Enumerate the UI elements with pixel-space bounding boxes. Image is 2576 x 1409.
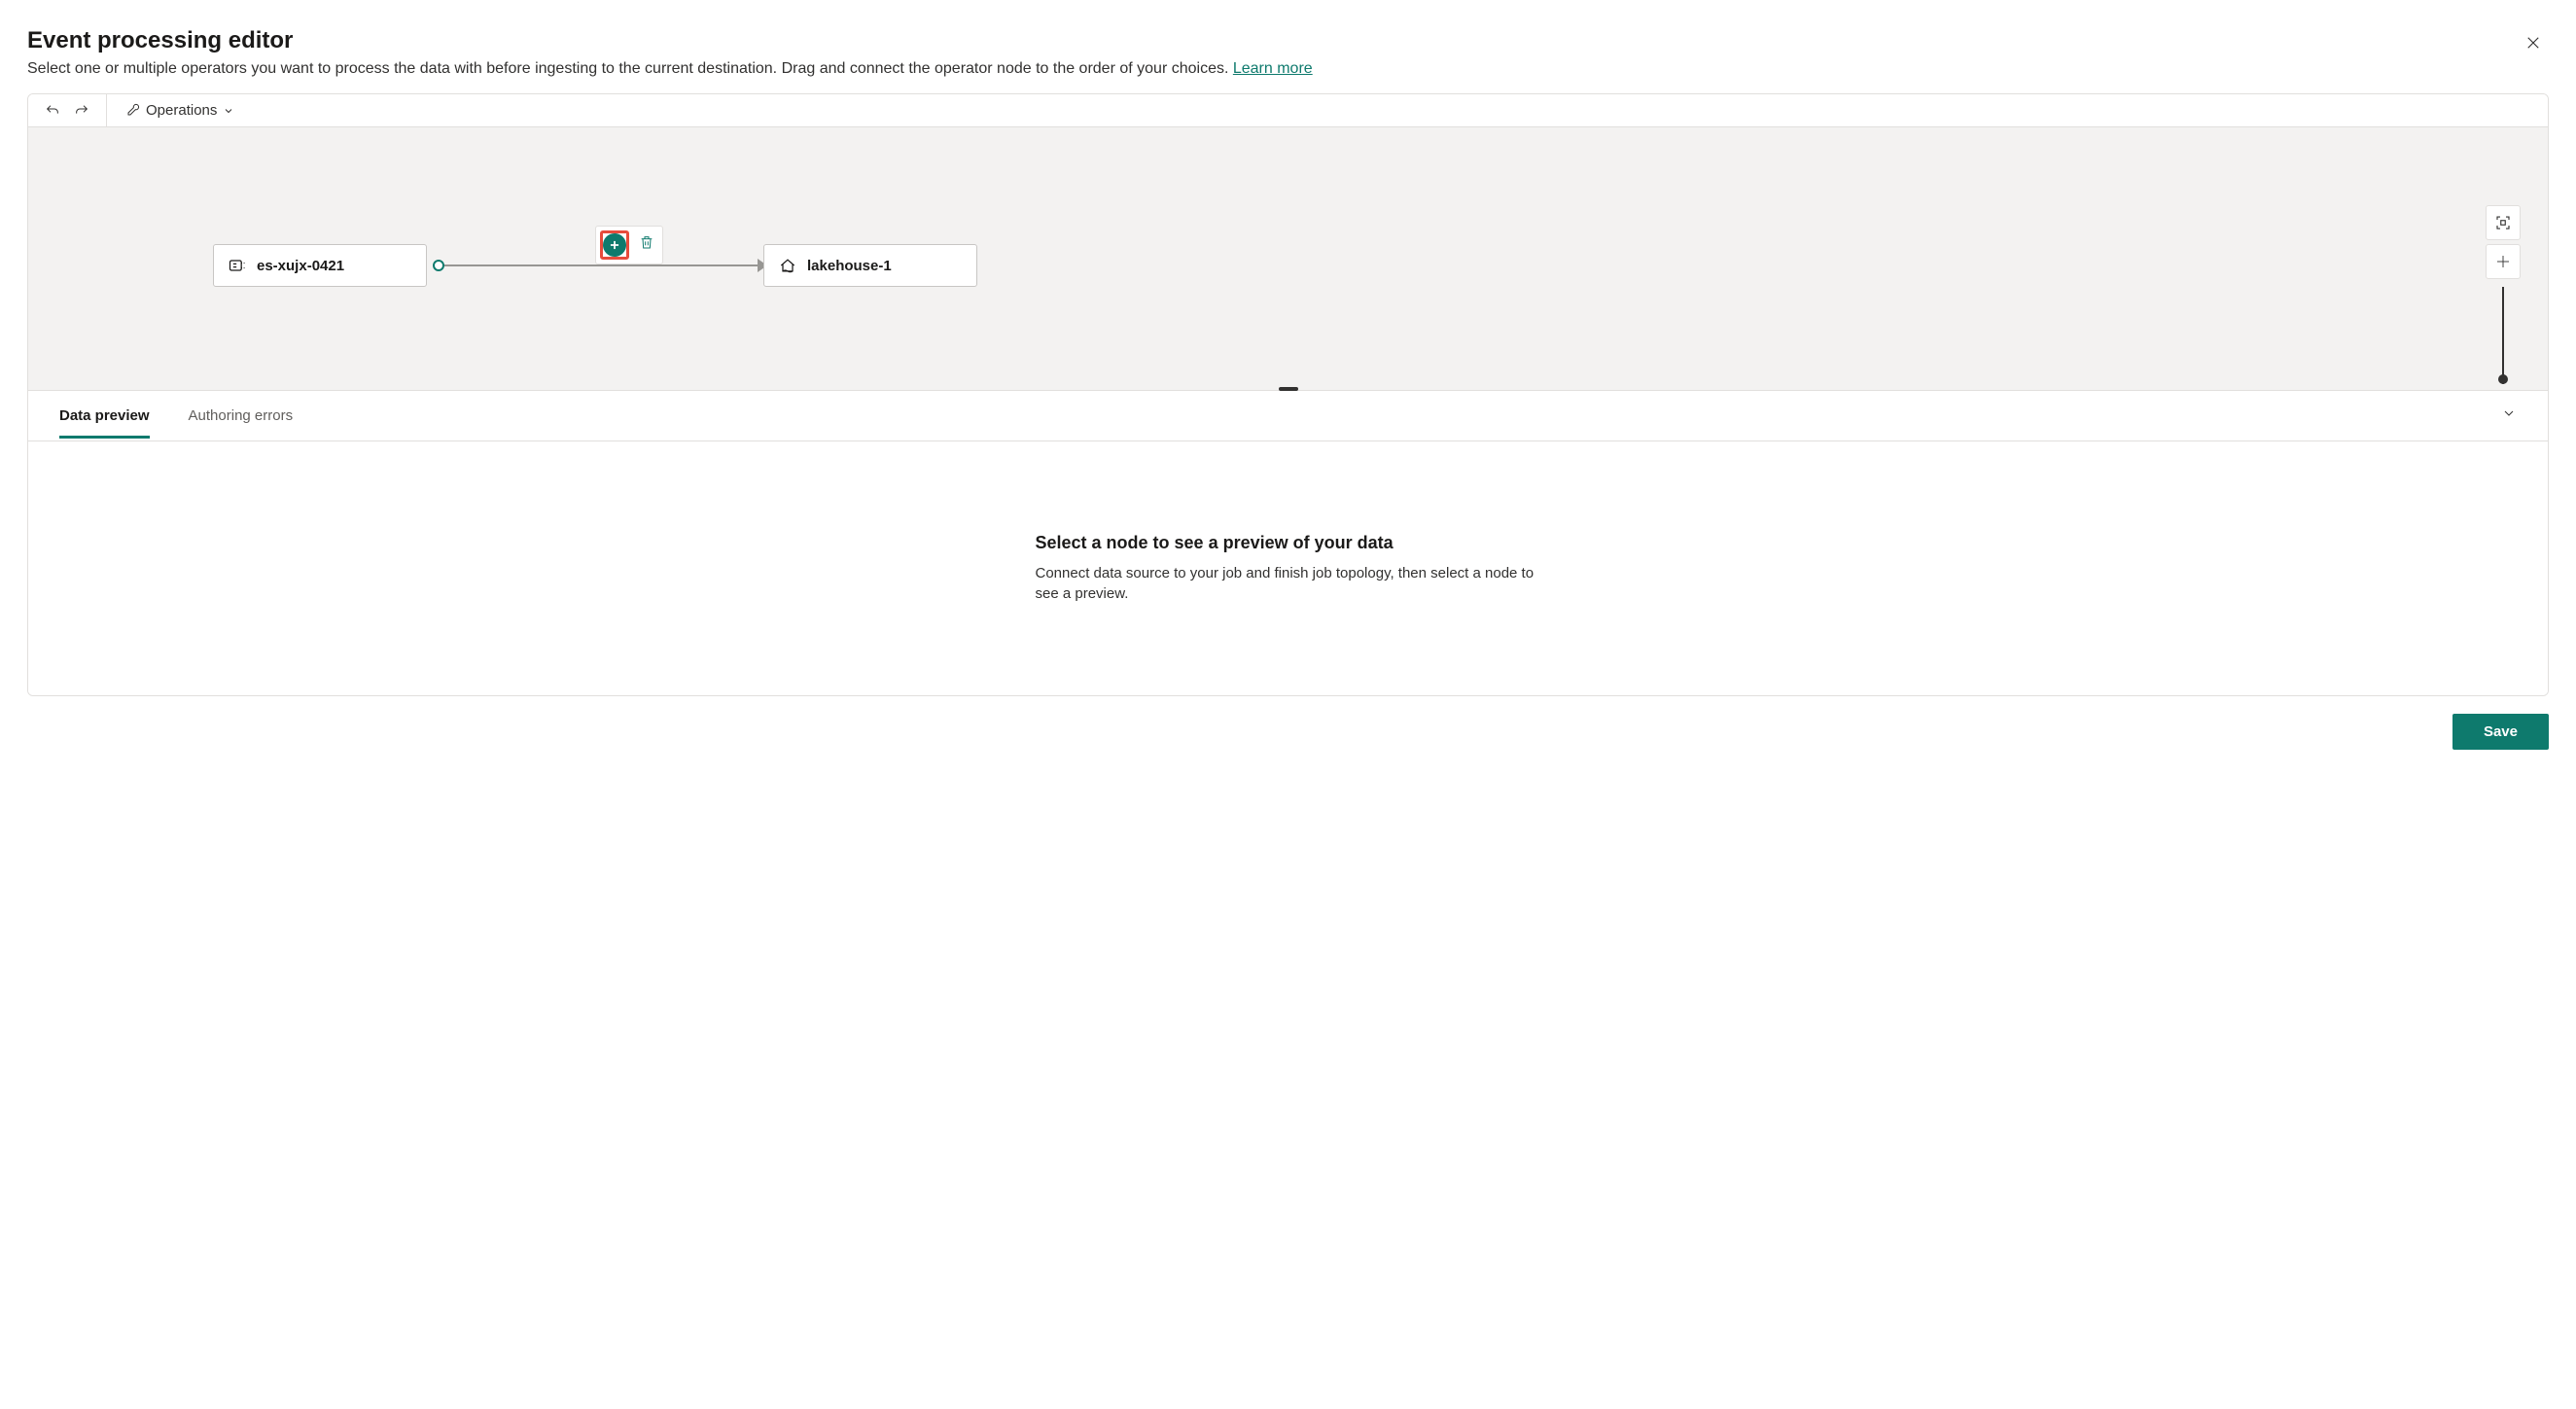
close-icon xyxy=(2524,34,2542,52)
redo-button[interactable] xyxy=(69,98,94,123)
learn-more-link[interactable]: Learn more xyxy=(1233,60,1313,77)
plus-icon xyxy=(608,238,621,252)
preview-empty-body: Connect data source to your job and fini… xyxy=(1036,563,1541,604)
preview-body: Select a node to see a preview of your d… xyxy=(28,441,2548,695)
footer: Save xyxy=(27,714,2549,750)
page-subtitle: Select one or multiple operators you wan… xyxy=(27,60,1313,78)
source-node[interactable]: es-xujx-0421 xyxy=(213,244,427,287)
page-title: Event processing editor xyxy=(27,27,1313,54)
connection-edge[interactable] xyxy=(444,264,763,266)
editor-panel: Operations es-xujx-0421 lakehouse-1 xyxy=(27,93,2549,696)
preview-empty-title: Select a node to see a preview of your d… xyxy=(1036,533,1541,553)
close-button[interactable] xyxy=(2518,27,2549,58)
chevron-down-icon xyxy=(223,105,234,117)
undo-button[interactable] xyxy=(40,98,65,123)
toolbar: Operations xyxy=(28,94,2548,127)
undo-icon xyxy=(45,103,60,119)
bottom-tabs: Data preview Authoring errors xyxy=(28,391,2548,441)
zoom-in-button[interactable] xyxy=(2486,244,2521,279)
add-operator-button[interactable] xyxy=(603,233,626,257)
tab-data-preview[interactable]: Data preview xyxy=(59,394,150,438)
tab-authoring-errors[interactable]: Authoring errors xyxy=(189,394,294,438)
add-operator-highlight xyxy=(600,230,629,260)
operations-group: Operations xyxy=(107,94,252,126)
history-group xyxy=(28,94,106,126)
trash-icon xyxy=(639,234,654,250)
zoom-controls xyxy=(2486,205,2521,384)
zoom-slider-track[interactable] xyxy=(2502,287,2504,384)
source-output-port[interactable] xyxy=(433,260,444,271)
preview-empty-state: Select a node to see a preview of your d… xyxy=(1036,533,1541,604)
operations-dropdown[interactable]: Operations xyxy=(117,98,242,123)
delete-edge-button[interactable] xyxy=(635,230,658,254)
destination-node-label: lakehouse-1 xyxy=(807,258,892,274)
collapse-panel-button[interactable] xyxy=(2501,405,2517,426)
lakehouse-icon xyxy=(778,256,797,275)
header-text: Event processing editor Select one or mu… xyxy=(27,27,1313,78)
operations-label: Operations xyxy=(146,102,217,119)
header: Event processing editor Select one or mu… xyxy=(27,27,2549,78)
resize-grip[interactable] xyxy=(1279,387,1298,391)
canvas[interactable]: es-xujx-0421 lakehouse-1 xyxy=(28,127,2548,390)
source-node-label: es-xujx-0421 xyxy=(257,258,344,274)
stream-icon xyxy=(228,256,247,275)
subtitle-text: Select one or multiple operators you wan… xyxy=(27,60,1233,77)
bottom-panel: Data preview Authoring errors Select a n… xyxy=(28,390,2548,695)
save-button[interactable]: Save xyxy=(2452,714,2549,750)
chevron-down-icon xyxy=(2501,405,2517,421)
fit-view-button[interactable] xyxy=(2486,205,2521,240)
edge-toolbar xyxy=(595,226,663,264)
wrench-icon xyxy=(124,103,140,119)
destination-node[interactable]: lakehouse-1 xyxy=(763,244,977,287)
zoom-slider-thumb[interactable] xyxy=(2498,374,2508,384)
redo-icon xyxy=(74,103,89,119)
fit-view-icon xyxy=(2494,214,2512,231)
plus-thin-icon xyxy=(2494,253,2512,270)
